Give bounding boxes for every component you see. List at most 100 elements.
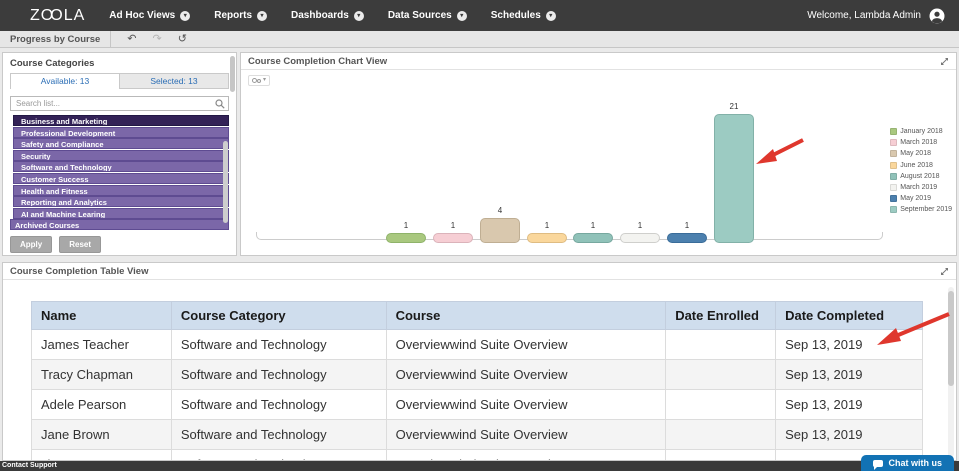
table-cell	[665, 419, 777, 450]
toolbar: Progress by Course ↶ ↷ ↺	[0, 31, 959, 48]
contact-support-link[interactable]: Contact Support	[2, 462, 57, 469]
nav-menu: Ad Hoc Views ▾ Reports ▾ Dashboards ▾ Data Sou…	[109, 10, 580, 21]
reset-button[interactable]: Reset	[59, 236, 102, 253]
report-tab[interactable]: Progress by Course	[0, 31, 112, 47]
table-cell: Overviewwind Suite Overview	[385, 359, 667, 390]
bar-value-label: 1	[450, 221, 456, 230]
column-header[interactable]: Course Category	[170, 301, 387, 330]
column-header[interactable]: Name	[31, 301, 172, 330]
search-input[interactable]	[10, 96, 229, 111]
category-item[interactable]: Reporting and Analytics	[13, 196, 229, 208]
tab-available[interactable]: Available: 13	[10, 73, 120, 89]
table-cell	[665, 389, 777, 420]
bar-value-label: 1	[544, 221, 550, 230]
legend-item: August 2018	[890, 171, 952, 182]
zoola-logo[interactable]: Z O O LA	[30, 7, 85, 25]
ring-icon	[257, 79, 261, 83]
category-item[interactable]: Safety and Compliance	[13, 138, 229, 150]
column-header[interactable]: Date Completed	[775, 301, 923, 330]
table-cell: Software and Technology	[170, 329, 387, 360]
nav-item-ad-hoc-views[interactable]: Ad Hoc Views ▾	[109, 10, 191, 21]
refresh-icon[interactable]: ↺	[178, 33, 187, 45]
legend-label: May 2019	[900, 195, 931, 203]
category-item[interactable]: Customer Success	[13, 172, 229, 185]
category-item[interactable]: Archived Courses	[10, 219, 229, 231]
chart-panel: Course Completion Chart View ▾ 1 1 4 1 1 1 1 21…	[240, 52, 957, 256]
table-row: Tracy Chapman Software and Technology Over…	[31, 359, 923, 390]
table-cell: Sep 13, 2019	[775, 359, 923, 390]
table-cell: Software and Technology	[170, 389, 387, 420]
nav-item-data-sources[interactable]: Data Sources ▾	[388, 10, 467, 21]
category-list-scrollbar[interactable]	[223, 141, 228, 223]
undo-icon[interactable]: ↶	[127, 33, 136, 45]
chart-panel-header: Course Completion Chart View	[241, 53, 956, 70]
table-cell: Software and Technology	[170, 449, 387, 460]
category-item[interactable]: Security	[13, 149, 229, 161]
nav-item-reports[interactable]: Reports ▾	[214, 10, 268, 21]
table-cell: Overviewwind Suite Overview	[385, 389, 667, 420]
table-header-row: Name Course Category Course Date Enrolled Da…	[31, 301, 923, 330]
chart-options-icon[interactable]: ▾	[248, 75, 271, 86]
column-header[interactable]: Date Enrolled	[665, 301, 777, 330]
legend-item: June 2018	[890, 160, 952, 171]
search-icon[interactable]	[215, 96, 225, 114]
table-row: James Teacher Software and Technology Over…	[31, 329, 923, 360]
chevron-down-icon: ▾	[180, 10, 191, 21]
legend-item: May 2019	[890, 193, 952, 204]
tab-selected[interactable]: Selected: 13	[120, 73, 229, 89]
column-header[interactable]: Course	[385, 301, 667, 330]
chat-button-label: Chat with us	[888, 458, 943, 468]
category-item[interactable]: AI and Machine Learing	[13, 207, 229, 219]
nav-item-label: Data Sources	[387, 10, 452, 21]
legend-swatch	[890, 128, 898, 136]
user-avatar-icon[interactable]	[929, 8, 945, 24]
category-item[interactable]: Software and Technology	[13, 161, 229, 173]
legend-swatch	[890, 161, 898, 169]
bar[interactable]	[480, 218, 520, 243]
bar[interactable]	[620, 233, 660, 243]
filter-actions: Apply Reset	[10, 236, 229, 253]
chart-area: ▾ 1 1 4 1 1 1 1 21 January 2018 March 2018 May 20…	[241, 70, 956, 256]
table-cell: Tracy Chapman	[31, 359, 172, 390]
table-scrollbar[interactable]	[948, 287, 954, 457]
category-item[interactable]: Health and Fitness	[13, 184, 229, 196]
category-item[interactable]: Professional Development	[13, 126, 229, 138]
nav-item-label: Dashboards	[291, 10, 349, 21]
bar-value-label: 1	[684, 221, 690, 230]
nav-item-dashboards[interactable]: Dashboards ▾	[291, 10, 364, 21]
redo-icon[interactable]: ↷	[153, 33, 162, 45]
chevron-down-icon: ▾	[456, 10, 467, 21]
table-cell: Jim June	[31, 449, 172, 460]
chat-button[interactable]: Chat with us	[860, 455, 954, 471]
legend-swatch	[890, 139, 898, 147]
legend-swatch	[890, 195, 898, 203]
expand-icon[interactable]	[940, 267, 949, 276]
nav-item-label: Reports	[214, 10, 253, 21]
legend-item: September 2019	[890, 204, 952, 215]
legend-item: March 2019	[890, 182, 952, 193]
bar[interactable]	[573, 233, 613, 243]
panel-scrollbar[interactable]	[230, 56, 235, 92]
bar-value-label: 21	[729, 102, 739, 111]
apply-button[interactable]: Apply	[10, 236, 53, 253]
legend-label: May 2018	[900, 150, 931, 158]
legend-label: August 2018	[900, 172, 940, 180]
table-cell: Overviewwind Suite Overview	[385, 329, 667, 360]
bar-value-label: 4	[497, 206, 503, 215]
bar[interactable]	[433, 233, 473, 243]
bar[interactable]	[527, 233, 567, 243]
welcome-text: Welcome, Lambda Admin	[807, 10, 921, 21]
category-item[interactable]: Business and Marketing	[13, 115, 229, 127]
table-cell: Sep 13, 2019	[775, 419, 923, 450]
bar[interactable]	[386, 233, 426, 243]
nav-item-schedules[interactable]: Schedules ▾	[491, 10, 556, 21]
table-cell: Overviewwind Suite Overview	[385, 419, 667, 450]
bar[interactable]	[667, 233, 707, 243]
bar[interactable]	[714, 114, 754, 243]
panel-title: Course Categories	[10, 58, 95, 69]
nav-right: Welcome, Lambda Admin	[807, 8, 959, 24]
table-panel-title: Course Completion Table View	[10, 265, 149, 277]
table-scroll-thumb[interactable]	[948, 291, 954, 386]
expand-icon[interactable]	[940, 57, 949, 66]
legend-item: January 2018	[890, 126, 952, 137]
